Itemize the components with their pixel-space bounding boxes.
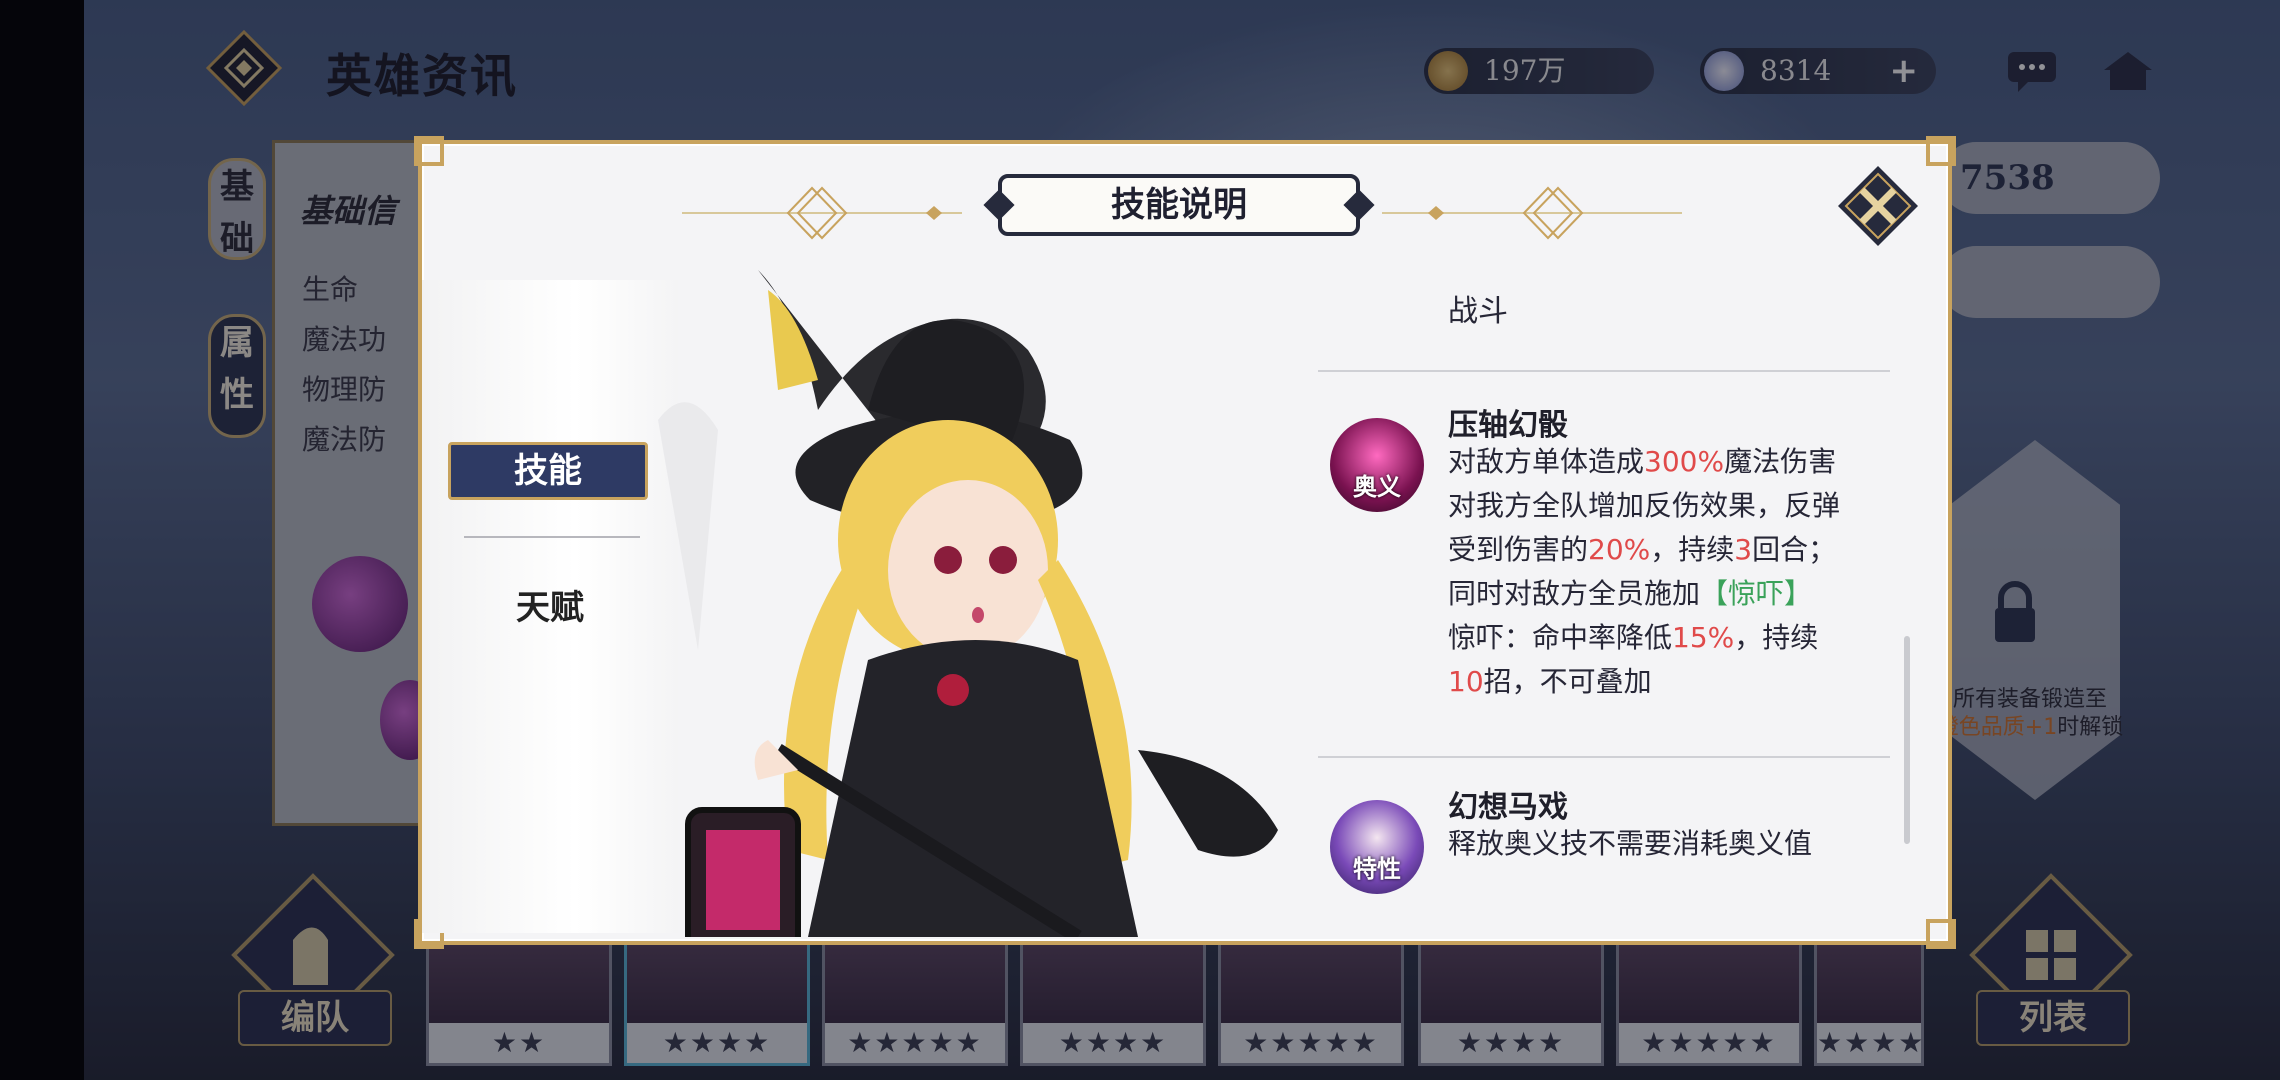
skill-description: 对敌方单体造成300%魔法伤害 对我方全队增加反伤效果，反弹 受到伤害的20%，… xyxy=(1448,440,1888,704)
tab-divider xyxy=(464,536,640,538)
desc-line: 同时对敌方全员施加【惊吓】 xyxy=(1448,577,1813,610)
desc-line: 受到伤害的20%，持续3回合； xyxy=(1448,533,1837,566)
desc-line: 对敌方单体造成300%魔法伤害 xyxy=(1448,445,1837,478)
desc-line: 惊吓：命中率降低15%，持续 xyxy=(1448,621,1819,654)
skill-divider xyxy=(1318,756,1890,758)
skill-divider xyxy=(1318,370,1890,372)
hero-portrait xyxy=(658,270,1278,937)
passive-skill-icon[interactable]: 特性 xyxy=(1330,800,1424,894)
tab-talent[interactable]: 天赋 xyxy=(470,580,630,629)
prev-skill-tail: 战斗 xyxy=(1448,294,1508,329)
skill-name: 幻想马戏 xyxy=(1448,790,1568,825)
skill-name: 压轴幻骰 xyxy=(1448,408,1568,443)
desc-line: 对我方全队增加反伤效果，反弹 xyxy=(1448,489,1841,522)
skills-scrollbar[interactable] xyxy=(1904,636,1910,844)
ultimate-skill-icon[interactable]: 奥义 xyxy=(1330,418,1424,512)
skill-tag-passive: 特性 xyxy=(1353,855,1401,883)
skill-description: 释放奥义技不需要消耗奥义值 xyxy=(1448,827,1813,860)
desc-line: 10招，不可叠加 xyxy=(1448,665,1652,698)
close-icon[interactable] xyxy=(1836,164,1920,248)
modal-title: 技能说明 xyxy=(998,174,1360,236)
skill-tag-ultimate: 奥义 xyxy=(1353,473,1401,501)
